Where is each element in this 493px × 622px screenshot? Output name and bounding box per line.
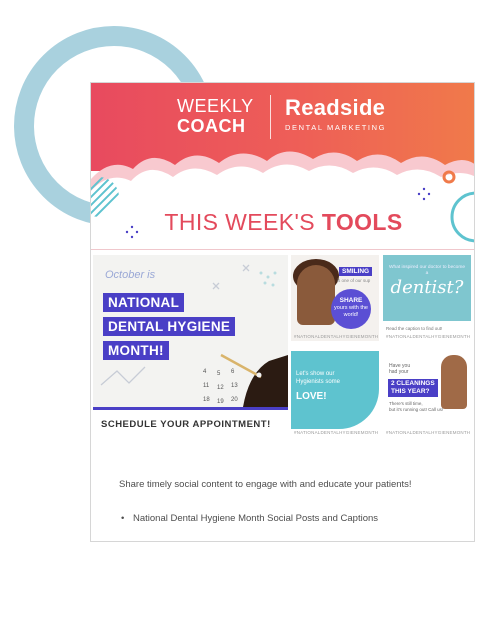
promo-image[interactable]: 4 5 6 11 12 13 18 19 20 October is NATIONAL DE… [93, 255, 288, 441]
title-rule [91, 249, 474, 250]
love-line-2: Hygienists some [296, 378, 341, 385]
q1-line-1: Have you [389, 363, 411, 369]
q1-line-2: had your [389, 369, 409, 376]
svg-text:11: 11 [203, 383, 210, 389]
tile-cleanings[interactable]: Have you had your 2 CLEANINGS THIS YEAR? T… [383, 351, 471, 437]
dots-decoration [417, 187, 431, 201]
weekly-text: WEEKLY [177, 96, 254, 116]
orange-ring-decoration [442, 170, 456, 184]
hashtag: #NATIONALDENTALHYGIENEMONTH [294, 334, 379, 339]
pill-line-2: THIS YEAR? [391, 388, 430, 396]
resource-list: National Dental Hygiene Month Social Pos… [121, 513, 461, 524]
q2-line-2: but it's running out! Call us! [389, 406, 444, 412]
cleanings-pill: 2 CLEANINGS THIS YEAR? [388, 379, 438, 398]
promo-headline-2: DENTAL HYGIENE [103, 317, 236, 336]
dentist-question: What inspired our doctor to become a [389, 265, 465, 277]
cleanings-question: Have you had your [389, 363, 410, 376]
svg-text:18: 18 [203, 397, 210, 403]
hashtag: #NATIONALDENTALHYGIENEMONTH [386, 430, 471, 435]
pill-line-1: 2 CLEANINGS [391, 380, 435, 387]
promo-headline-3: MONTH! [103, 341, 169, 360]
brand-name: Readside [285, 95, 386, 120]
svg-text:12: 12 [217, 385, 224, 391]
title-prefix: THIS WEEK'S [164, 209, 322, 235]
woman-photo [297, 265, 335, 325]
newsletter-card: WEEKLY COACH Readside DENTAL MARKETING T… [90, 82, 475, 542]
tile-smiling[interactable]: SMILING is one of our sup SHARE yours wit… [291, 255, 379, 341]
brand-logo: Readside DENTAL MARKETING [285, 95, 386, 132]
share-rest: yours with the world! [334, 305, 368, 318]
svg-text:4: 4 [203, 369, 207, 375]
list-item[interactable]: National Dental Hygiene Month Social Pos… [121, 513, 461, 524]
section-title: THIS WEEK'S TOOLS [91, 209, 474, 236]
love-line-1: Let's show our [296, 371, 335, 377]
share-bold: SHARE [339, 297, 363, 304]
header-divider [270, 95, 271, 139]
brand-tagline: DENTAL MARKETING [285, 123, 387, 132]
svg-text:20: 20 [231, 397, 238, 403]
love-intro: Let's show our Hygienists some [296, 371, 340, 386]
promo-cta-bar: SCHEDULE YOUR APPOINTMENT! [93, 407, 288, 441]
title-bold: TOOLS [321, 209, 403, 235]
promo-headline-1: NATIONAL [103, 293, 185, 312]
promo-kicker: October is [105, 269, 156, 281]
hashtag: #NATIONALDENTALHYGIENEMONTH [294, 430, 379, 435]
share-bubble-text: SHARE yours with the world! [331, 297, 371, 319]
smiling-subtext: is one of our sup [337, 278, 371, 283]
cleanings-subtext: There's still time, but it's running out!… [389, 401, 443, 412]
smiling-pill: SMILING [339, 267, 373, 276]
man-photo [441, 355, 467, 409]
love-big: LOVE! [296, 391, 327, 402]
teal-blob [291, 351, 379, 429]
svg-text:6: 6 [231, 369, 235, 375]
svg-text:13: 13 [231, 383, 238, 389]
coach-text: COACH [177, 116, 246, 136]
hashtag: #NATIONALDENTALHYGIENEMONTH [386, 334, 471, 339]
tile-dentist[interactable]: What inspired our doctor to become a den… [383, 255, 471, 341]
weekly-coach-logo: WEEKLY COACH [177, 97, 254, 135]
description-text: Share timely social content to engage wi… [119, 479, 412, 490]
q2-line-1: There's still time, [389, 401, 423, 406]
dentist-script: dentist? [390, 277, 464, 298]
tile-love[interactable]: Let's show our Hygienists some LOVE! #NAT… [291, 351, 379, 437]
svg-text:5: 5 [217, 371, 221, 377]
dentist-footer-text: Read the caption to find out! [386, 326, 443, 331]
svg-text:19: 19 [217, 399, 224, 405]
promo-cta-text: SCHEDULE YOUR APPOINTMENT! [101, 419, 271, 430]
